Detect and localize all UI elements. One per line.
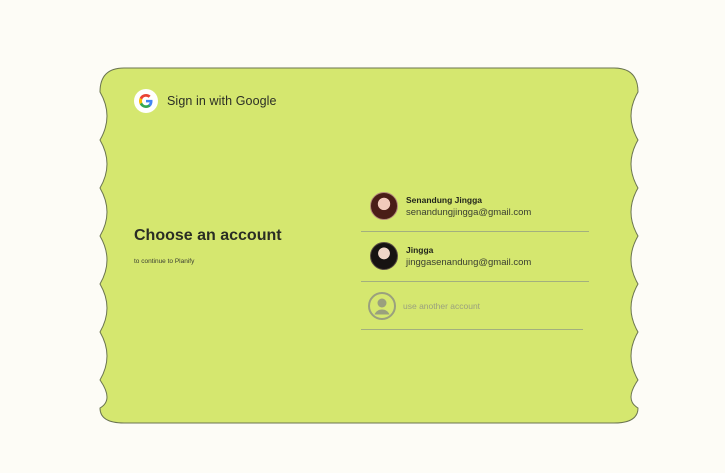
account-email: jinggasenandung@gmail.com (406, 256, 532, 268)
avatar (370, 242, 398, 270)
account-name: Senandung Jingga (406, 194, 483, 205)
use-another-account-button[interactable]: use another account (361, 283, 583, 330)
header-title: Sign in with Google (167, 94, 277, 108)
use-another-account-label: use another account (403, 301, 481, 311)
account-name: Jingga (406, 244, 434, 255)
card-header: Sign in with Google (134, 89, 277, 113)
account-item-senandung-jingga[interactable]: Senandung Jingga senandungjingga@gmail.c… (361, 181, 589, 232)
google-g-icon (134, 89, 158, 113)
account-item-jingga[interactable]: Jingga jinggasenandung@gmail.com (361, 231, 589, 282)
avatar (370, 192, 398, 220)
account-email: senandungjingga@gmail.com (406, 206, 532, 218)
page-title: Choose an account (134, 227, 282, 244)
page-subtitle: to continue to Planify (134, 258, 195, 265)
user-circle-icon (368, 292, 396, 320)
